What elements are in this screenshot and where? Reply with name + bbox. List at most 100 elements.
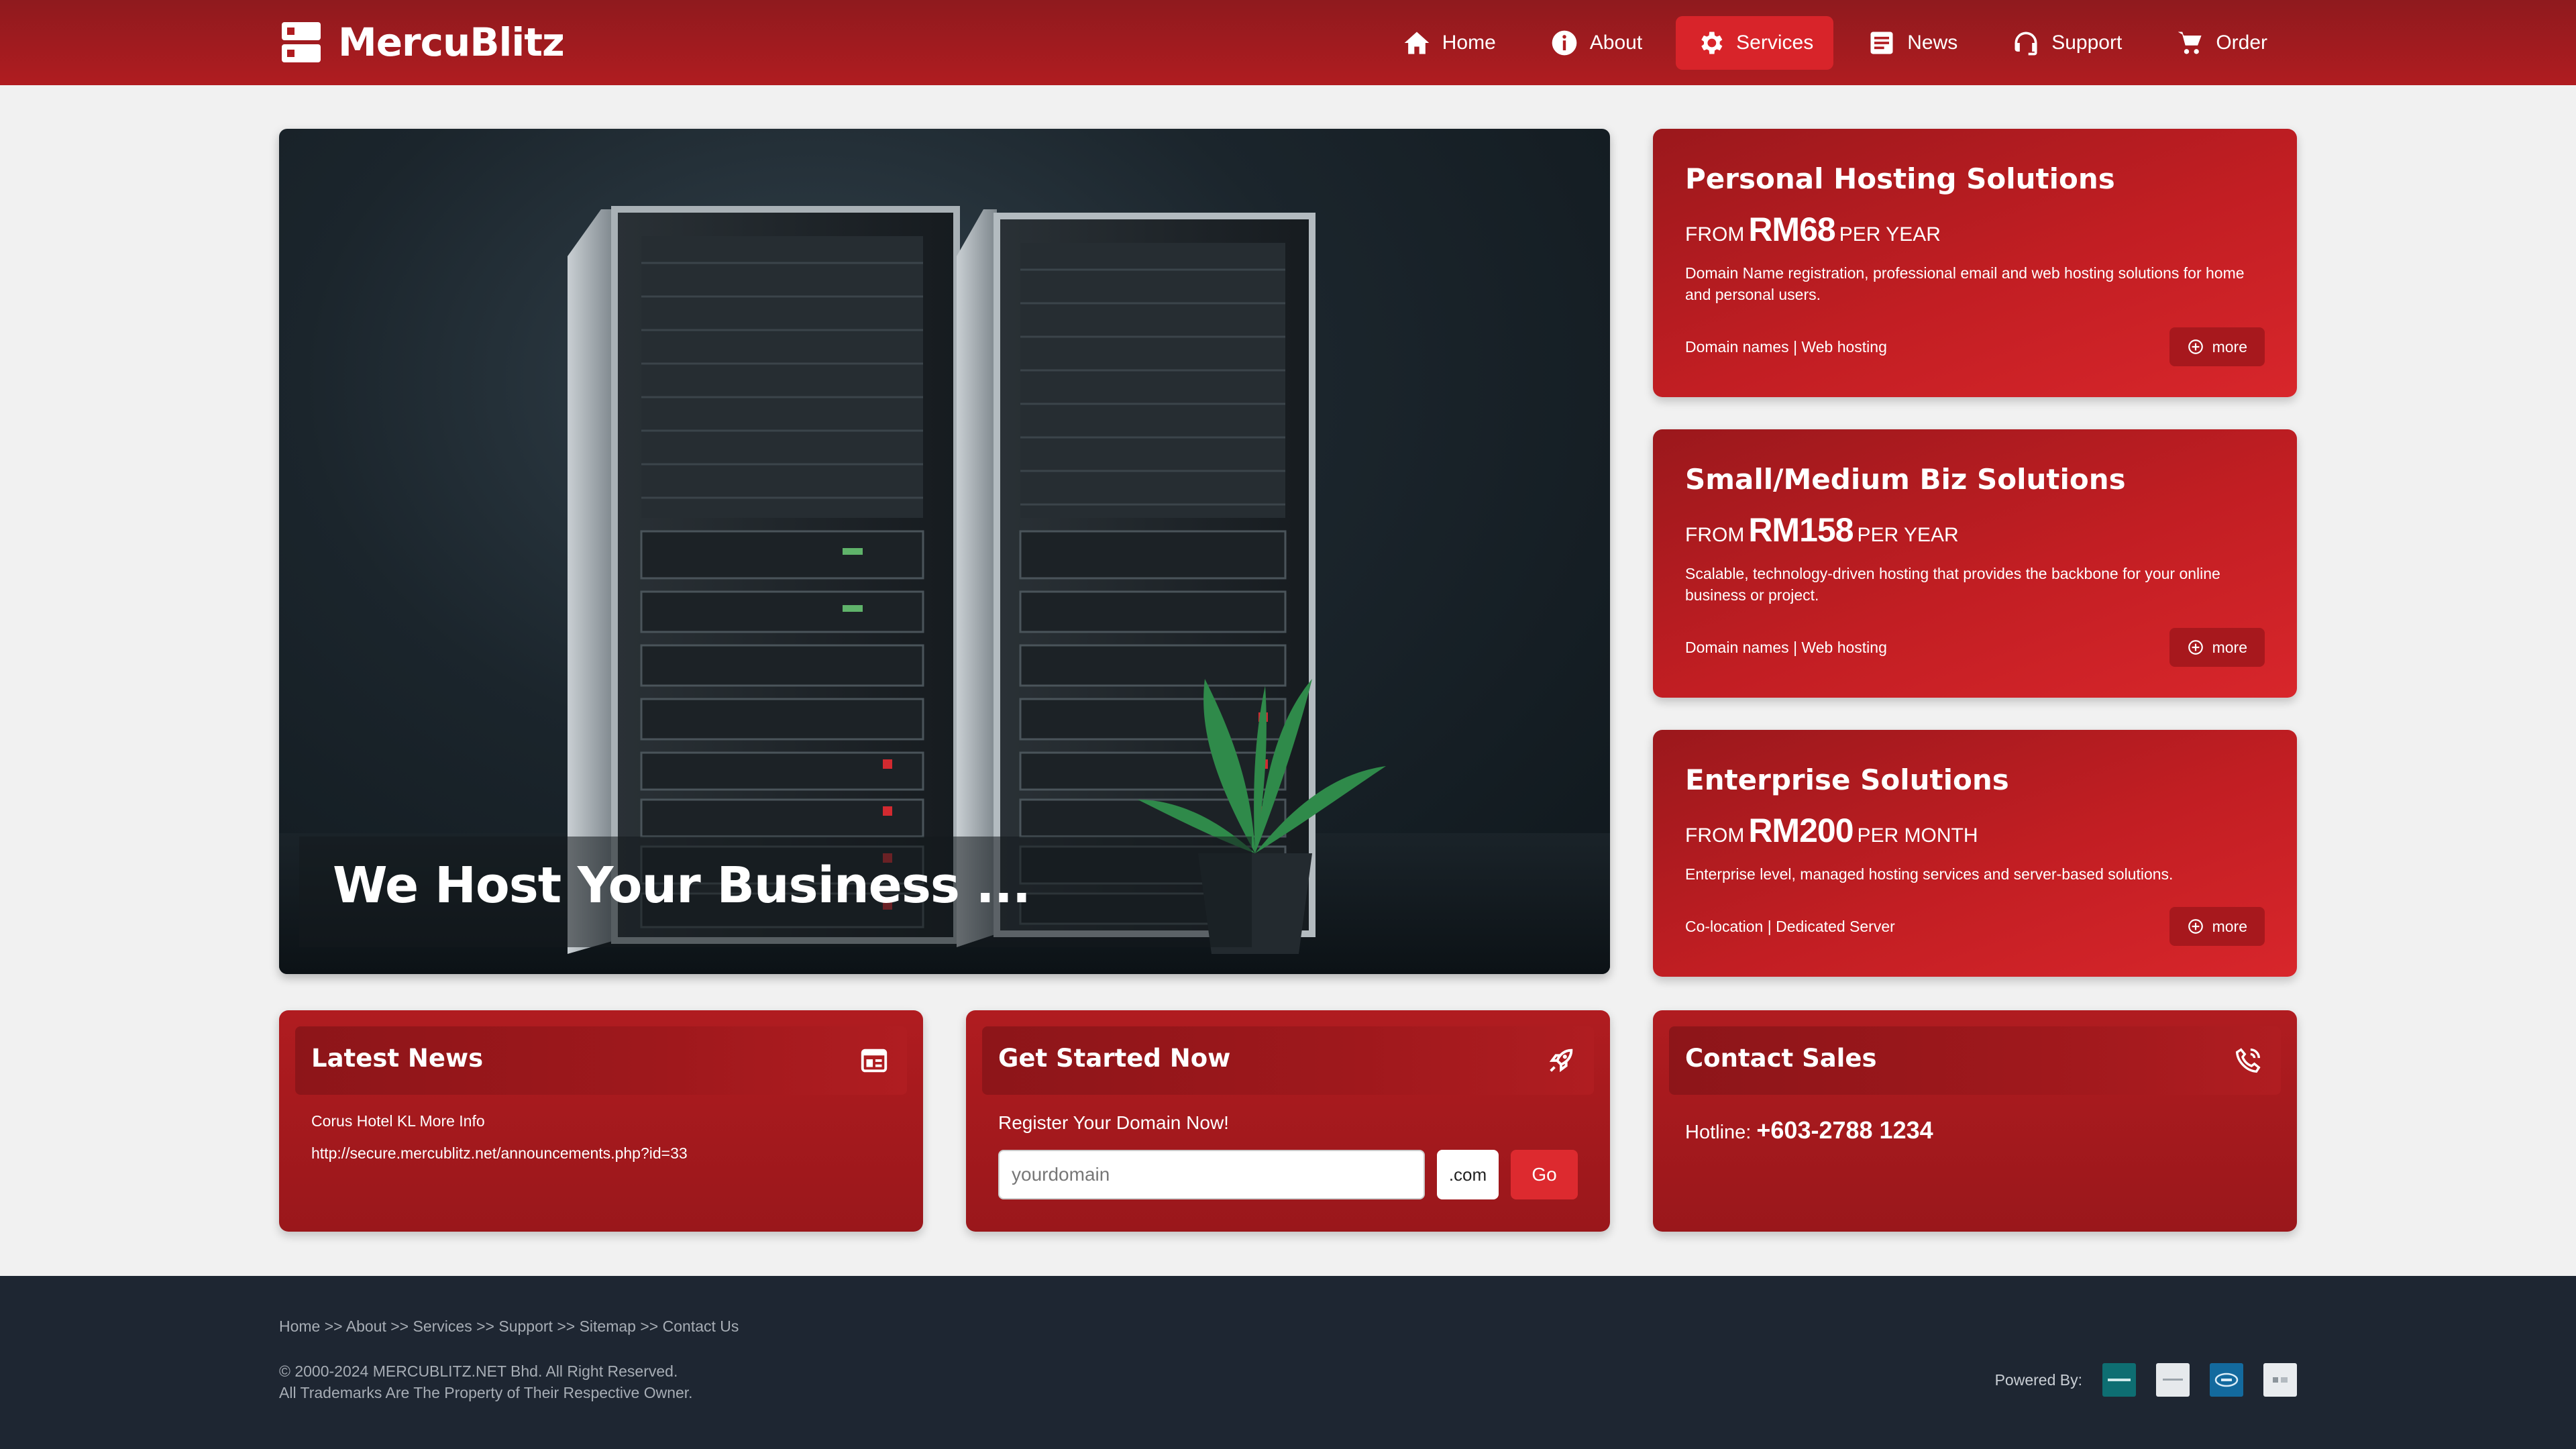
go-button[interactable]: Go	[1511, 1150, 1578, 1199]
hotline-label: Hotline:	[1685, 1122, 1752, 1143]
separator: >>	[476, 1318, 494, 1335]
plan-links[interactable]: Co-location | Dedicated Server	[1685, 918, 1895, 936]
server-logo-icon	[282, 22, 321, 62]
footer-link-sitemap[interactable]: Sitemap	[580, 1318, 636, 1335]
plan-title: Small/Medium Biz Solutions	[1685, 463, 2126, 496]
powered-by-label: Powered By:	[1994, 1371, 2082, 1389]
phone-icon	[2235, 1048, 2261, 1073]
copyright-text: © 2000-2024 MERCUBLITZ.NET Bhd. All Righ…	[279, 1362, 678, 1380]
more-button[interactable]: more	[2169, 628, 2265, 667]
card-header: Latest News	[295, 1026, 907, 1095]
nav-label: Order	[2216, 32, 2267, 54]
nav-services[interactable]: Services	[1676, 16, 1834, 70]
info-icon	[1552, 30, 1577, 56]
footer-link-about[interactable]: About	[346, 1318, 386, 1335]
plan-links[interactable]: Domain names | Web hosting	[1685, 338, 1887, 356]
more-button[interactable]: more	[2169, 327, 2265, 366]
footer-link-services[interactable]: Services	[413, 1318, 472, 1335]
contact-sales-card: Contact Sales Hotline: +603-2788 1234	[1653, 1010, 2297, 1232]
nav-support[interactable]: Support	[1991, 16, 2142, 70]
footer-breadcrumb: Home >> About >> Services >> Support >> …	[279, 1318, 739, 1336]
news-item-link[interactable]: http://secure.mercublitz.net/announcemen…	[311, 1144, 688, 1163]
nav-label: Support	[2051, 32, 2123, 54]
price-amount: RM200	[1748, 812, 1854, 849]
partner-logo[interactable]	[2102, 1363, 2136, 1397]
plan-footer: Domain names | Web hosting more	[1685, 628, 2265, 667]
powered-by: Powered By:	[1995, 1363, 2297, 1397]
price-prefix: FROM	[1685, 824, 1745, 847]
separator: >>	[557, 1318, 576, 1335]
footer-copyright: © 2000-2024 MERCUBLITZ.NET Bhd. All Righ…	[279, 1360, 693, 1403]
price-period: PER YEAR	[1857, 524, 1959, 546]
footer-link-support[interactable]: Support	[498, 1318, 553, 1335]
newspaper-icon	[1870, 32, 1893, 54]
plan-price: FROM RM200 PER MONTH	[1685, 811, 2265, 850]
price-prefix: FROM	[1685, 223, 1745, 246]
plan-description: Enterprise level, managed hosting servic…	[1685, 865, 2174, 883]
plus-circle-icon	[2188, 640, 2203, 655]
plan-card-smb: Small/Medium Biz Solutions FROM RM158 PER …	[1653, 429, 2297, 698]
domain-input[interactable]	[998, 1150, 1425, 1199]
get-started-card: Get Started Now Register Your Domain Now…	[966, 1010, 1610, 1232]
hero-title: We Host Your Business ...	[333, 857, 1031, 914]
more-label: more	[2212, 638, 2247, 656]
separator: >>	[390, 1318, 409, 1335]
nav-label: Services	[1736, 32, 1814, 54]
nav-label: About	[1589, 32, 1643, 54]
card-title: Contact Sales	[1685, 1044, 1877, 1073]
plan-price: FROM RM158 PER YEAR	[1685, 511, 2265, 549]
plan-card-enterprise: Enterprise Solutions FROM RM200 PER MONTH …	[1653, 730, 2297, 977]
nav-label: News	[1907, 32, 1958, 54]
plus-circle-icon	[2188, 339, 2203, 354]
top-navbar: MercuBlitz Home About Services News Supp…	[0, 0, 2576, 85]
news-item-title[interactable]: Corus Hotel KL More Info	[311, 1112, 485, 1130]
latest-news-card: Latest News Corus Hotel KL More Info htt…	[279, 1010, 923, 1232]
nav-label: Home	[1442, 32, 1496, 54]
newspaper-icon	[861, 1049, 888, 1073]
card-title: Latest News	[311, 1044, 484, 1073]
home-icon	[1404, 32, 1430, 54]
tld-select[interactable]: .com	[1437, 1150, 1499, 1199]
plan-footer: Co-location | Dedicated Server more	[1685, 907, 2265, 946]
brand[interactable]: MercuBlitz	[282, 19, 565, 66]
plan-title: Personal Hosting Solutions	[1685, 162, 2115, 195]
plan-price: FROM RM68 PER YEAR	[1685, 210, 2265, 249]
plan-card-personal: Personal Hosting Solutions FROM RM68 PER Y…	[1653, 129, 2297, 397]
brand-name: MercuBlitz	[338, 19, 565, 65]
price-amount: RM68	[1748, 211, 1835, 248]
plan-links[interactable]: Domain names | Web hosting	[1685, 639, 1887, 657]
plan-description: Domain Name registration, professional e…	[1685, 264, 2245, 303]
more-button[interactable]: more	[2169, 907, 2265, 946]
footer-link-home[interactable]: Home	[279, 1318, 320, 1335]
more-label: more	[2212, 337, 2247, 356]
gear-icon	[1701, 32, 1723, 54]
nav-news[interactable]: News	[1847, 16, 1978, 70]
footer: Home >> About >> Services >> Support >> …	[0, 1276, 2576, 1449]
hotline: Hotline: +603-2788 1234	[1685, 1116, 1933, 1144]
price-period: PER YEAR	[1839, 223, 1941, 246]
more-label: more	[2212, 917, 2247, 935]
headset-icon	[2015, 32, 2037, 56]
trademark-text: All Trademarks Are The Property of Their…	[279, 1384, 693, 1401]
cart-icon	[2178, 32, 2202, 54]
separator: >>	[324, 1318, 343, 1335]
partner-logo[interactable]	[2263, 1363, 2297, 1397]
price-prefix: FROM	[1685, 524, 1745, 546]
partner-logo[interactable]	[2156, 1363, 2190, 1397]
rocket-icon	[1549, 1049, 1573, 1073]
plan-description: Scalable, technology-driven hosting that…	[1685, 565, 2220, 604]
footer-link-contact[interactable]: Contact Us	[663, 1318, 739, 1335]
card-header: Contact Sales	[1669, 1026, 2281, 1095]
card-title: Get Started Now	[998, 1044, 1231, 1073]
nav-order[interactable]: Order	[2155, 16, 2288, 70]
plan-footer: Domain names | Web hosting more	[1685, 327, 2265, 366]
plus-circle-icon	[2188, 919, 2203, 934]
nav-home[interactable]: Home	[1382, 16, 1516, 70]
main-nav: Home About Services News Support Order	[1382, 16, 2288, 70]
separator: >>	[640, 1318, 659, 1335]
nav-about[interactable]: About	[1529, 16, 1662, 70]
hotline-number[interactable]: +603-2788 1234	[1756, 1116, 1933, 1144]
register-label: Register Your Domain Now!	[998, 1112, 1229, 1133]
price-period: PER MONTH	[1857, 824, 1978, 847]
intel-logo[interactable]	[2210, 1363, 2243, 1397]
